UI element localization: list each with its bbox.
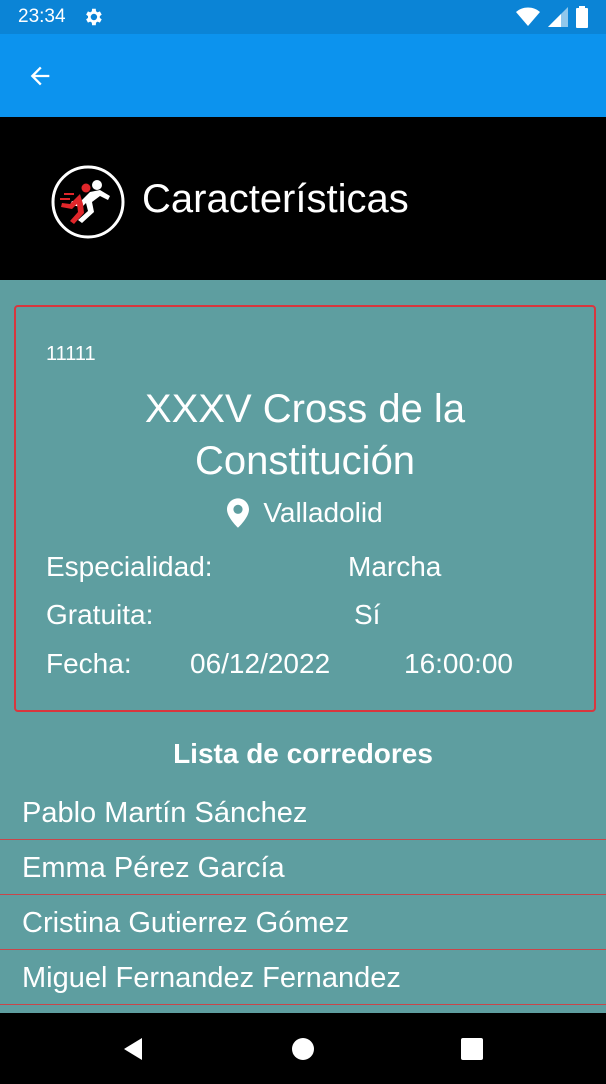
race-id: 11111 — [46, 343, 96, 365]
system-nav-bar — [0, 1013, 606, 1084]
list-item[interactable]: Pablo Martín Sánchez — [0, 785, 606, 840]
runner-logo-icon — [51, 165, 125, 239]
race-title-line2: Constitución — [194, 439, 416, 483]
gratuita-value: Sí — [354, 599, 381, 630]
status-time: 23:34 — [18, 6, 66, 27]
location-pin-icon — [227, 498, 250, 528]
list-item[interactable]: Miguel Fernandez Fernandez — [0, 950, 606, 1005]
race-card: 11111 XXXV Cross de la Constitución Vall… — [14, 305, 596, 712]
runner-name: Pablo Martín Sánchez — [22, 797, 308, 829]
gratuita-label: Gratuita: — [46, 599, 154, 630]
page-title: Características — [142, 177, 409, 221]
nav-back-icon[interactable] — [120, 1035, 148, 1063]
status-icons — [516, 6, 588, 28]
app-bar — [0, 34, 606, 117]
runner-name: Cristina Gutierrez Gómez — [22, 907, 350, 939]
race-title-line1: XXXV Cross de la — [144, 387, 466, 431]
list-item[interactable]: Cristina Gutierrez Gómez — [0, 895, 606, 950]
especialidad-label: Especialidad: — [46, 551, 213, 582]
status-bar: 23:34 — [0, 0, 606, 34]
fecha-date: 06/12/2022 — [190, 648, 331, 679]
location-text: Valladolid — [263, 497, 383, 528]
race-title: XXXV Cross de la Constitución — [16, 383, 594, 487]
page-header: Características — [0, 117, 606, 280]
list-item[interactable]: Emma Pérez García — [0, 840, 606, 895]
arrow-back-icon — [30, 66, 50, 86]
especialidad-value: Marcha — [348, 551, 442, 582]
back-button[interactable] — [18, 54, 62, 98]
nav-home-icon[interactable] — [289, 1035, 317, 1063]
runners-list-title: Lista de corredores — [173, 738, 433, 769]
race-location: Valladolid — [16, 497, 594, 529]
fecha-time: 16:00:00 — [404, 648, 513, 679]
fecha-label: Fecha: — [46, 648, 132, 679]
battery-icon — [576, 6, 588, 28]
runner-name: Miguel Fernandez Fernandez — [22, 962, 401, 994]
gear-icon — [85, 8, 102, 26]
signal-icon — [548, 7, 568, 27]
wifi-icon — [516, 7, 540, 26]
runner-name: Emma Pérez García — [22, 852, 285, 884]
nav-recents-icon[interactable] — [458, 1035, 486, 1063]
